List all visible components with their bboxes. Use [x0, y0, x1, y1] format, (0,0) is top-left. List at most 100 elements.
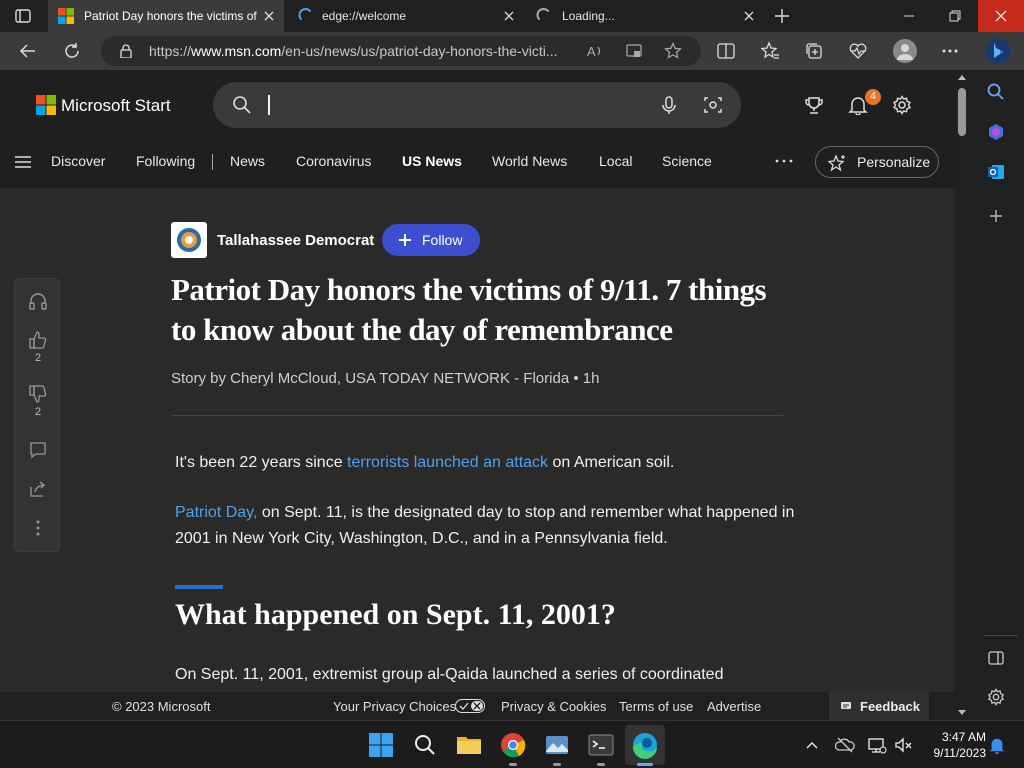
microphone-icon[interactable] [659, 95, 679, 115]
microsoft-logo-icon[interactable] [36, 95, 56, 115]
running-indicator [553, 763, 561, 766]
copilot-icon[interactable] [986, 122, 1006, 142]
system-clock[interactable]: 3:47 AM 9/11/2023 [916, 729, 987, 761]
privacy-choices-link[interactable]: Your Privacy Choices [333, 699, 456, 714]
chrome-icon[interactable] [499, 731, 527, 759]
split-screen-icon[interactable] [716, 41, 736, 61]
hamburger-menu-icon[interactable] [14, 155, 32, 169]
network-icon[interactable] [867, 735, 887, 755]
nav-science[interactable]: Science [662, 153, 712, 169]
tab-patriot-day[interactable]: Patriot Day honors the victims of 9/11 [48, 0, 284, 32]
lock-icon[interactable] [119, 44, 133, 58]
browser-essentials-icon[interactable] [848, 41, 868, 61]
article-headline: Patriot Day honors the victims of 9/11. … [171, 272, 767, 347]
paragraph-3: On Sept. 11, 2001, extremist group al-Qa… [175, 666, 724, 683]
comment-icon[interactable] [28, 440, 48, 460]
privacy-cookies-link[interactable]: Privacy & Cookies [501, 699, 606, 714]
nav-world-news[interactable]: World News [492, 153, 567, 169]
outlook-icon[interactable] [986, 162, 1006, 182]
tab-actions-icon[interactable] [14, 8, 32, 24]
publisher-logo[interactable] [171, 222, 207, 258]
feedback-button[interactable]: Feedback [829, 692, 929, 720]
scroll-up-icon[interactable] [958, 74, 966, 82]
hide-sidebar-icon[interactable] [987, 650, 1005, 666]
thumbs-up-icon[interactable] [28, 330, 48, 350]
more-options-icon[interactable] [940, 41, 960, 61]
loading-spinner-icon [536, 8, 552, 24]
nav-local[interactable]: Local [599, 153, 632, 169]
divider [171, 415, 783, 416]
restore-button[interactable] [932, 0, 978, 32]
file-explorer-icon[interactable] [455, 731, 483, 759]
advertise-link[interactable]: Advertise [707, 699, 761, 714]
close-tab-icon[interactable] [262, 9, 276, 23]
follow-label: Follow [422, 232, 463, 248]
favorites-icon[interactable] [760, 41, 780, 61]
share-icon[interactable] [28, 479, 48, 499]
feedback-icon [840, 700, 852, 712]
brand-title[interactable]: Microsoft Start [61, 96, 171, 116]
add-sidebar-app-icon[interactable] [988, 208, 1004, 224]
privacy-toggle-icon[interactable] [455, 699, 485, 713]
scroll-down-icon[interactable] [958, 708, 966, 716]
read-aloud-icon[interactable]: A [586, 42, 604, 60]
visual-search-icon[interactable] [703, 95, 723, 115]
more-nav-icon[interactable] [774, 158, 794, 164]
terms-link[interactable]: Terms of use [619, 699, 693, 714]
follow-button[interactable]: Follow [382, 224, 480, 256]
sidebar-settings-icon[interactable] [987, 688, 1005, 706]
bing-chat-icon[interactable] [984, 36, 1012, 66]
favorite-star-icon[interactable] [664, 42, 682, 60]
loading-spinner-icon [298, 8, 314, 24]
volume-muted-icon[interactable] [893, 735, 913, 755]
thumbs-down-icon[interactable] [28, 384, 48, 404]
rewards-trophy-icon[interactable] [804, 95, 824, 115]
tab-edge-welcome[interactable]: edge://welcome [286, 0, 524, 32]
minimize-button[interactable] [886, 0, 932, 32]
more-actions-icon[interactable] [34, 519, 42, 537]
edge-browser-icon[interactable] [631, 731, 659, 759]
clock-date: 9/11/2023 [933, 746, 987, 760]
nav-us-news[interactable]: US News [402, 153, 462, 169]
patriot-day-link[interactable]: Patriot Day, [175, 504, 257, 521]
new-tab-icon[interactable] [774, 8, 790, 24]
search-icon [232, 95, 252, 115]
search-input[interactable] [213, 82, 741, 128]
photos-icon[interactable] [543, 731, 571, 759]
terminal-icon[interactable] [587, 731, 615, 759]
svg-text:A: A [587, 44, 596, 59]
personalize-button[interactable]: Personalize [815, 146, 939, 178]
windows-start-icon[interactable] [367, 731, 395, 759]
search-icon[interactable] [986, 82, 1006, 102]
collections-icon[interactable] [804, 41, 824, 61]
nav-coronavirus[interactable]: Coronavirus [296, 153, 371, 169]
nav-discover[interactable]: Discover [51, 153, 105, 169]
headphones-icon[interactable] [28, 291, 48, 311]
close-window-button[interactable] [978, 0, 1024, 32]
publisher-name[interactable]: Tallahassee Democrat [217, 232, 374, 249]
address-bar[interactable]: https://www.msn.com/en-us/news/us/patrio… [101, 36, 701, 66]
attack-link[interactable]: terrorists launched an attack [347, 454, 548, 471]
like-count: 2 [34, 352, 42, 364]
page-footer: © 2023 Microsoft Your Privacy Choices Pr… [0, 692, 955, 720]
personalize-label: Personalize [857, 154, 931, 170]
nav-following[interactable]: Following [136, 153, 195, 169]
running-indicator [509, 763, 517, 766]
onedrive-offline-icon[interactable] [835, 736, 855, 754]
notification-bell-icon[interactable] [988, 736, 1006, 754]
show-hidden-icons-chevron-icon[interactable] [805, 739, 819, 751]
paragraph-2: Patriot Day, on Sept. 11, is the designa… [175, 504, 795, 547]
back-icon[interactable] [18, 41, 38, 61]
sparkle-star-icon [828, 154, 846, 172]
nav-news[interactable]: News [230, 153, 265, 169]
scrollbar-thumb[interactable] [958, 88, 966, 136]
profile-avatar[interactable] [893, 39, 917, 63]
close-tab-icon[interactable] [742, 9, 756, 23]
page-scrollbar[interactable] [955, 70, 969, 720]
tab-loading[interactable]: Loading... [526, 0, 764, 32]
settings-gear-icon[interactable] [892, 95, 912, 115]
taskbar-search-icon[interactable] [411, 731, 439, 759]
close-tab-icon[interactable] [502, 9, 516, 23]
refresh-icon[interactable] [62, 41, 82, 61]
app-available-icon[interactable] [625, 42, 643, 60]
